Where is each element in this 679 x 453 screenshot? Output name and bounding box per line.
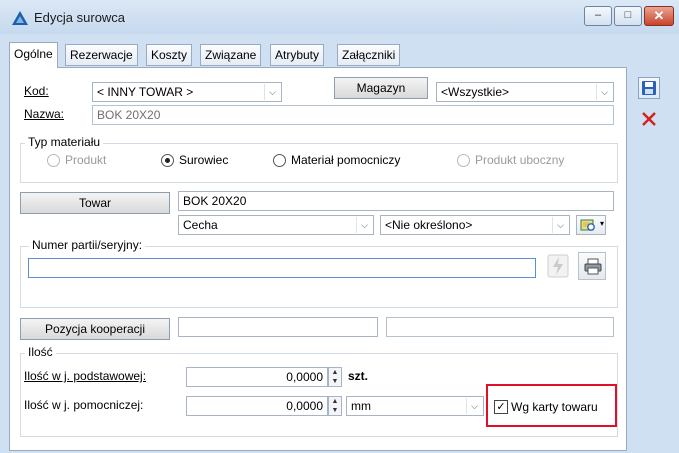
kooperacja-field-2[interactable] (386, 317, 614, 337)
ilosc-title: Ilość (25, 345, 56, 359)
tab-koszty[interactable]: Koszty (146, 44, 193, 66)
radio-surowiec[interactable] (161, 154, 174, 167)
radio-produkt-label: Produkt (65, 153, 107, 167)
floppy-disk-icon (642, 81, 656, 95)
cecha-picker-button[interactable]: ▾ (576, 215, 606, 235)
ilosc-pomoc-unit-value: mm (351, 399, 371, 413)
ilosc-podst-unit: szt. (348, 369, 369, 383)
magazyn-button[interactable]: Magazyn (334, 77, 428, 99)
caret-down-icon: ▾ (599, 219, 604, 228)
maximize-icon: □ (624, 9, 632, 21)
close-button[interactable]: ✕ (644, 6, 674, 26)
maximize-button[interactable]: □ (614, 6, 642, 26)
checkmark-icon: ✓ (496, 401, 506, 413)
save-button[interactable] (638, 77, 660, 99)
wg-karty-checkbox[interactable]: ✓ (494, 400, 508, 414)
print-button[interactable] (578, 252, 606, 280)
title-bar: Edycja surowca – □ ✕ (0, 0, 679, 34)
cecha-select-value: <Nie określono> (385, 218, 473, 232)
kod-value: < INNY TOWAR > (97, 85, 194, 99)
cecha-value: Cecha (183, 218, 218, 232)
app-icon (12, 11, 28, 25)
wg-karty-label: Wg karty towaru (511, 400, 598, 414)
nazwa-label: Nazwa: (24, 107, 65, 121)
radio-surowiec-label: Surowiec (179, 153, 229, 167)
ilosc-podst-label: Ilość w j. podstawowej: (24, 369, 146, 383)
ilosc-pomoc-stepper[interactable]: ▲ ▼ (328, 396, 342, 416)
kod-label: Kod: (24, 84, 49, 98)
minimize-button[interactable]: – (584, 6, 612, 26)
nazwa-field[interactable]: BOK 20X20 (92, 105, 614, 125)
kod-select[interactable]: < INNY TOWAR > ⌵ (92, 82, 282, 102)
cecha-value-select[interactable]: <Nie określono> ⌵ (380, 215, 570, 235)
ilosc-podst-stepper[interactable]: ▲ ▼ (328, 367, 342, 387)
tab-zalaczniki[interactable]: Załączniki (337, 44, 401, 66)
tab-atrybuty[interactable]: Atrybuty (270, 44, 325, 66)
ilosc-pomoc-unit-select[interactable]: mm ⌵ (346, 396, 484, 416)
kooperacja-field-1[interactable] (178, 317, 378, 337)
red-x-icon (642, 112, 656, 126)
magazyn-value: <Wszystkie> (441, 85, 510, 99)
generate-serial-button[interactable] (546, 253, 570, 279)
chevron-down-icon: ⌵ (466, 398, 482, 414)
magazyn-select[interactable]: <Wszystkie> ⌵ (436, 82, 614, 102)
tab-rezerwacje[interactable]: Rezerwacje (65, 44, 138, 66)
ilosc-podst-label-text: Ilość w j. podstawowej: (24, 369, 147, 383)
radio-produkt-uboczny[interactable] (457, 154, 470, 167)
radio-material-pomocniczy[interactable] (273, 154, 286, 167)
printer-icon (584, 258, 602, 275)
dialog-window: Edycja surowca – □ ✕ Ogólne Rezerwacje K… (0, 0, 679, 453)
lightning-icon (547, 254, 569, 278)
tab-ogolne[interactable]: Ogólne (9, 42, 58, 68)
radio-material-pomocniczy-label: Materiał pomocniczy (291, 153, 401, 167)
close-icon: ✕ (653, 8, 665, 23)
cancel-button[interactable] (638, 108, 660, 130)
chevron-down-icon: ⌵ (264, 84, 280, 100)
radio-produkt-uboczny-label: Produkt uboczny (475, 153, 565, 167)
towar-field[interactable]: BOK 20X20 (178, 191, 614, 211)
cecha-select[interactable]: Cecha ⌵ (178, 215, 374, 235)
partia-label: Numer partii/seryjny: (29, 238, 146, 252)
chevron-down-icon: ⌵ (596, 84, 612, 100)
image-search-icon (580, 219, 595, 231)
chevron-down-icon: ⌵ (356, 217, 372, 233)
ilosc-pomoc-field[interactable]: 0,0000 (186, 396, 328, 416)
radio-produkt[interactable] (47, 154, 60, 167)
ilosc-pomoc-label: Ilość w j. pomocniczej: (24, 398, 144, 412)
typ-materialu-title: Typ materiału (25, 135, 104, 149)
partia-field[interactable] (28, 258, 536, 278)
ilosc-podst-field[interactable]: 0,0000 (186, 367, 328, 387)
minimize-icon: – (594, 9, 602, 21)
pozycja-kooperacji-button[interactable]: Pozycja kooperacji (20, 318, 170, 340)
window-title: Edycja surowca (34, 10, 126, 25)
chevron-down-icon: ⌵ (552, 217, 568, 233)
tab-zwiazane[interactable]: Związane (200, 44, 262, 66)
towar-button[interactable]: Towar (20, 192, 170, 214)
